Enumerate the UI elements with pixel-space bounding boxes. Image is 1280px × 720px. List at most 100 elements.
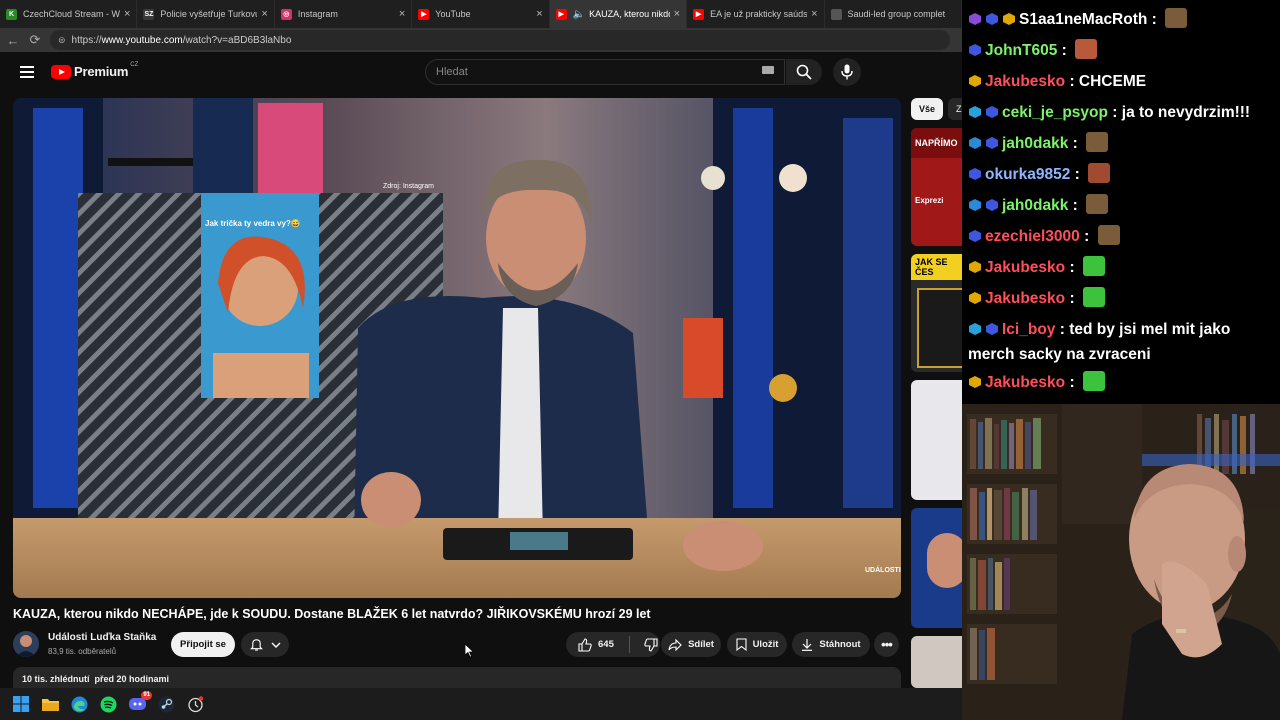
video-inset-source: Zdroj: Instagram [383, 183, 434, 190]
chat-emote-icon [1082, 371, 1105, 391]
browser-tab[interactable]: Saudi-led group complet [825, 0, 962, 28]
browser-tab[interactable]: SZ Policie vyšetřuje Turkovu ne× [137, 0, 275, 28]
chat-username[interactable]: jah0dakk [1002, 197, 1068, 214]
voice-search-button[interactable] [833, 58, 861, 86]
channel-name[interactable]: Události Luďka Staňka [48, 632, 156, 643]
chat-username[interactable]: S1aa1neMacRoth [1019, 11, 1147, 28]
chat-badge-icon [968, 223, 982, 242]
recommended-thumbnail[interactable] [911, 636, 962, 688]
app-icon[interactable] [186, 695, 204, 713]
back-icon[interactable]: ← [4, 31, 22, 49]
discord-icon[interactable]: 91 [128, 691, 152, 713]
close-tab-icon[interactable]: × [124, 8, 130, 20]
chat-username[interactable]: Jakubesko [985, 259, 1065, 276]
chat-text: CHCEME [1078, 73, 1147, 90]
chat-username[interactable]: Jakubesko [985, 290, 1065, 307]
tab-title: Saudi-led group complet [847, 9, 946, 19]
chat-message: Jakubesko : [968, 367, 1274, 398]
youtube-logo[interactable]: Premium CZ [51, 61, 139, 79]
search-input[interactable]: Hledat [425, 59, 785, 85]
chat-separator: : [1065, 374, 1079, 391]
close-tab-icon[interactable]: × [261, 8, 267, 20]
recommended-thumbnail[interactable]: JAK SE ČES [911, 254, 962, 372]
recommended-thumbnail[interactable] [911, 380, 962, 500]
chat-badge-icon [968, 130, 982, 149]
url-host: www.youtube.com [101, 34, 183, 46]
reload-icon[interactable]: ⟳ [26, 31, 44, 49]
subscribed-bell-button[interactable] [241, 632, 289, 657]
chat-username[interactable]: ceki_je_psyop [1002, 104, 1108, 121]
chat-emote-icon [1086, 132, 1109, 152]
chat-separator: : [1079, 228, 1094, 245]
browser-tab[interactable]: ▶ 🔈 KAUZA, kterou nikdo NE × [549, 0, 688, 28]
chat-message: jah0dakk : [968, 128, 1274, 159]
chat-username[interactable]: Jakubesko [985, 374, 1065, 391]
search-icon [796, 64, 812, 80]
site-info-icon[interactable]: ⊜ [58, 35, 66, 46]
close-tab-icon[interactable]: × [674, 8, 680, 20]
recommended-thumbnail[interactable]: NAPŘÍMO Exprezi [911, 128, 962, 246]
close-tab-icon[interactable]: × [399, 8, 405, 20]
chat-separator: : [1065, 73, 1079, 90]
close-tab-icon[interactable]: × [811, 8, 817, 20]
browser-tab[interactable]: ◎ Instagram × [275, 0, 413, 28]
bookmark-icon [736, 638, 747, 651]
start-icon[interactable] [12, 695, 30, 713]
channel-avatar[interactable] [13, 631, 39, 657]
browser-tab[interactable]: K CzechCloud Stream - Watch × [0, 0, 138, 28]
chat-text: ja to nevydrzim!!! [1121, 104, 1251, 121]
chip-next[interactable]: Z [948, 98, 962, 120]
page-icon [830, 8, 842, 20]
save-button[interactable]: Uložit [727, 632, 787, 657]
thumbnail-image [927, 533, 962, 588]
chat-emote-icon [1088, 163, 1111, 183]
chat-username[interactable]: JohnT605 [985, 42, 1057, 59]
more-actions-button[interactable]: ••• [874, 632, 899, 657]
dislike-button[interactable] [644, 637, 658, 652]
description-box[interactable]: 10 tis. zhlédnutí před 20 hodinami [13, 667, 901, 688]
download-button[interactable]: Stáhnout [792, 632, 870, 657]
chat-emote-icon [1082, 287, 1105, 307]
tab-bar: K CzechCloud Stream - Watch × SZ Policie vyš… [0, 0, 962, 28]
spotify-icon[interactable] [99, 695, 117, 713]
chat-message: jah0dakk : [968, 190, 1274, 221]
chat-message: ceki_je_psyop : ja to nevydrzim!!! [968, 97, 1274, 128]
file-explorer-icon[interactable] [41, 695, 59, 713]
chat-separator: : [1065, 290, 1079, 307]
chat-badge-icon [985, 130, 999, 149]
recommendations-sidebar: Vše Z NAPŘÍMO Exprezi JAK SE ČES [910, 98, 962, 688]
region-label: CZ [130, 61, 139, 68]
browser-tab[interactable]: ▶ EA je už prakticky saúdská. E × [687, 0, 825, 28]
url-field[interactable]: ⊜ https://www.youtube.com/watch?v=aBD6B3… [50, 30, 950, 50]
search-button[interactable] [786, 59, 822, 85]
edge-icon[interactable] [70, 695, 88, 713]
chat-username[interactable]: ezechiel3000 [985, 228, 1080, 245]
share-button[interactable]: Sdílet [661, 632, 721, 657]
chat-badge-icon [968, 68, 982, 87]
recommended-thumbnail[interactable] [911, 508, 962, 628]
save-label: Uložit [752, 639, 779, 650]
chip-all[interactable]: Vše [911, 98, 943, 120]
more-icon: ••• [881, 637, 893, 652]
keyboard-icon[interactable] [762, 66, 774, 74]
speaker-icon[interactable]: 🔈 [573, 9, 585, 20]
menu-icon[interactable] [20, 66, 34, 78]
chat-username[interactable]: okurka9852 [985, 166, 1070, 183]
webcam-overlay [962, 404, 1280, 720]
steam-icon[interactable] [157, 695, 175, 713]
address-bar-row: ← ⟳ ⊜ https://www.youtube.com/watch?v=aB… [0, 28, 962, 52]
chat-badge-icon [968, 369, 982, 388]
browser-tab[interactable]: ▶ YouTube × [412, 0, 550, 28]
close-tab-icon[interactable]: × [536, 8, 542, 20]
chat-username[interactable]: Jakubesko [985, 73, 1065, 90]
chat-badge-icon [968, 192, 982, 211]
chat-separator: : [1068, 197, 1083, 214]
like-count: 645 [598, 639, 614, 650]
video-player[interactable]: Jak trička ty vedra vy?😅 Zdroj: Instagra… [13, 98, 901, 598]
chat-username[interactable]: jah0dakk [1002, 135, 1068, 152]
chat-badge-icon [985, 192, 999, 211]
join-button[interactable]: Připojit se [171, 632, 235, 657]
chat-badge-icon [968, 161, 982, 180]
chat-username[interactable]: Ici_boy [1002, 321, 1055, 338]
like-button[interactable]: 645 [578, 637, 614, 652]
